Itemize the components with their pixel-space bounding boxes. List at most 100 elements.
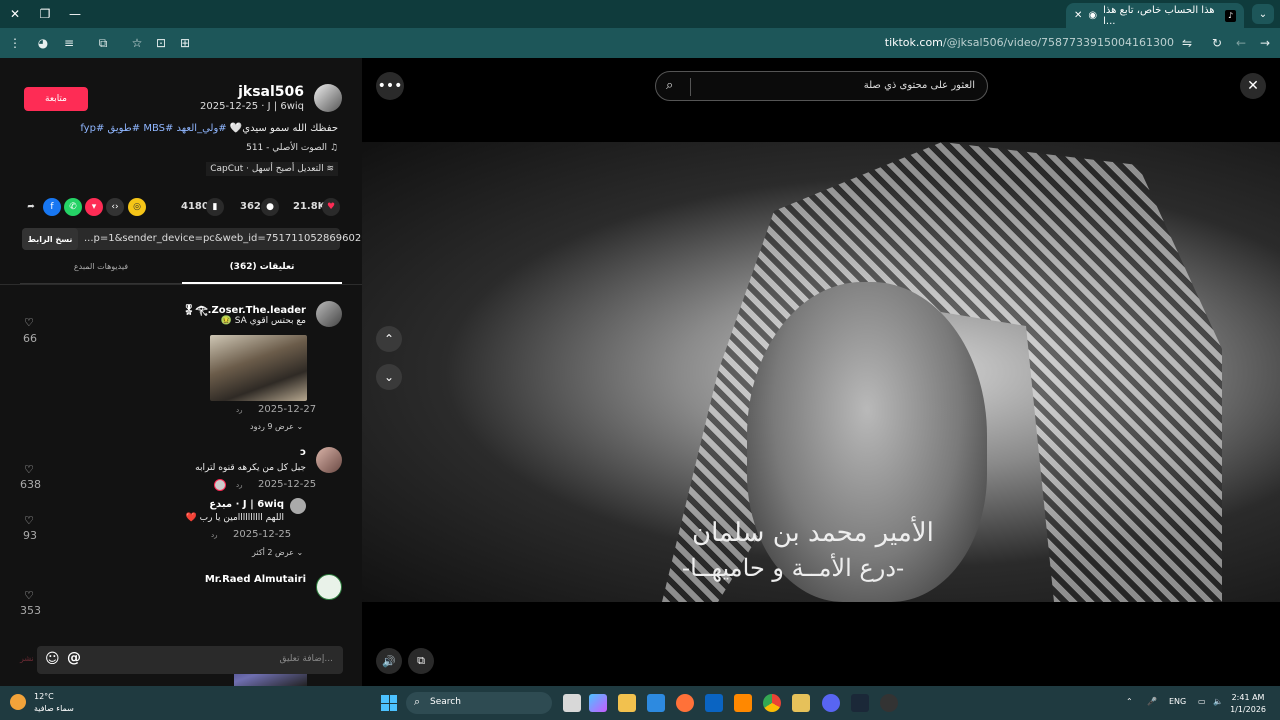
emoji-icon[interactable]: ☺ <box>45 651 60 667</box>
tray-overflow-icon[interactable]: ⌃ <box>1126 697 1133 706</box>
speaker-icon[interactable]: 🔈 <box>1213 697 1223 706</box>
file-explorer-icon[interactable] <box>618 694 636 712</box>
comment-like-icon[interactable]: ♡ <box>24 514 38 527</box>
creator-reply-avatar[interactable] <box>290 498 306 514</box>
more-options-icon[interactable]: ••• <box>376 72 404 100</box>
view-replies-link[interactable]: عرض 9 ردود ⌄ <box>250 422 303 431</box>
facebook-share-icon[interactable]: f <box>43 198 61 216</box>
reload-icon[interactable]: ↻ <box>1206 32 1228 54</box>
microphone-icon[interactable]: 🎤 <box>1147 697 1157 706</box>
tab-creator-videos[interactable]: فيديوهات المبدع <box>20 262 182 284</box>
panel-tabs: (362) تعليقات فيديوهات المبدع <box>20 262 342 284</box>
close-window-icon[interactable]: ✕ <box>0 0 30 28</box>
volume-icon[interactable]: 🔊 <box>376 648 402 674</box>
commenter-name[interactable]: Mr.Raed Almutairi <box>205 574 306 585</box>
post-comment-button[interactable]: نشر <box>20 654 34 663</box>
sound-link[interactable]: الصوت الأصلي - 511 ♫ <box>246 143 338 153</box>
tabs-divider <box>0 284 362 285</box>
weather-moon-icon[interactable] <box>10 694 26 710</box>
discord-icon[interactable] <box>822 694 840 712</box>
copy-link-button[interactable]: نسخ الرابط <box>22 228 78 250</box>
commenter-avatar[interactable] <box>316 574 342 600</box>
browser-tab[interactable]: ✕ ◉ هذا الحساب خاص، تابع هذا ا... ♪ <box>1066 3 1244 28</box>
vlc-icon[interactable] <box>734 694 752 712</box>
bookmark-star-icon[interactable]: ☆ <box>126 32 148 54</box>
tab-audio-icon[interactable]: ◉ <box>1088 10 1097 21</box>
caption-hashtags[interactable]: #ولي_العهد #MBS #طويق #fyp <box>80 123 226 134</box>
comment-reply-link[interactable]: رد <box>236 481 243 489</box>
site-settings-icon[interactable]: ⇋ <box>1176 32 1198 54</box>
pinned-app-icon[interactable] <box>792 694 810 712</box>
author-avatar[interactable] <box>314 84 342 112</box>
comment-like-icon[interactable]: ♡ <box>24 463 38 476</box>
follow-button[interactable]: متابعة <box>24 87 88 111</box>
comment-text: جبل كل من يكرهه قنوه لترابه <box>195 463 306 473</box>
menu-kebab-icon[interactable]: ⋮ <box>4 32 26 54</box>
creator-reply-name[interactable]: J | 6wiq · مبدع <box>209 499 284 510</box>
url-host: tiktok.com <box>884 36 943 49</box>
tab-comments[interactable]: (362) تعليقات <box>182 262 342 284</box>
windows-start-icon[interactable] <box>381 695 397 711</box>
chatgpt-icon[interactable] <box>880 694 898 712</box>
comment-text: مع بحتس اقوي SA 🤢 <box>220 316 306 326</box>
back-icon[interactable]: → <box>1254 32 1276 54</box>
video-link-text[interactable]: ...p=1&sender_device=pc&web_id=751711052… <box>84 233 387 244</box>
weather-temperature[interactable]: 12°C <box>34 692 54 701</box>
mention-icon[interactable]: @ <box>67 650 81 666</box>
video-player[interactable]: الأمير محمد بن سلمان -درع الأمــة و حامي… <box>362 58 1280 686</box>
video-frame[interactable]: الأمير محمد بن سلمان -درع الأمــة و حامي… <box>362 142 1280 602</box>
like-heart-icon[interactable]: ♥ <box>322 198 340 216</box>
comment-reply-link[interactable]: رد <box>211 531 218 539</box>
steam-icon[interactable] <box>851 694 869 712</box>
firefox-icon[interactable] <box>676 694 694 712</box>
comment-input[interactable]: ☺ @ إضافة تعليق... <box>37 646 343 674</box>
restore-window-icon[interactable]: ❐ <box>30 0 60 28</box>
comment-like-icon[interactable]: ♡ <box>24 589 38 602</box>
floating-player-icon[interactable]: ⧉ <box>408 648 434 674</box>
next-video-icon[interactable]: ⌄ <box>376 364 402 390</box>
commenter-avatar[interactable] <box>316 301 342 327</box>
previous-video-icon[interactable]: ⌃ <box>376 326 402 352</box>
whatsapp-share-icon[interactable]: ✆ <box>64 198 82 216</box>
media-control-icon[interactable]: ≡ <box>58 32 80 54</box>
embed-code-icon[interactable]: ‹› <box>106 198 124 216</box>
video-caption: حفظك الله سمو سيدي🤍 #ولي_العهد #MBS #طوي… <box>80 123 338 134</box>
url-field[interactable]: tiktok.com/@jksal506/video/7587733915004… <box>885 36 1174 49</box>
related-search-input[interactable]: ⌕ العثور على محتوى ذي صلة <box>655 71 988 101</box>
task-view-icon[interactable] <box>563 694 581 712</box>
commenter-avatar[interactable] <box>316 447 342 473</box>
comment-reply-link[interactable]: رد <box>236 406 243 414</box>
extensions-icon[interactable]: ⧉ <box>92 32 114 54</box>
share-arrow-icon[interactable]: ➦ <box>22 198 40 216</box>
commenter-name[interactable]: 𓂀.Zoser.The.leader🎖 <box>183 301 307 317</box>
outlook-icon[interactable] <box>705 694 723 712</box>
tab-list-chevron-icon[interactable]: ⌄ <box>1252 4 1274 24</box>
minimize-window-icon[interactable]: — <box>60 0 90 28</box>
gift-coin-icon[interactable]: ◎ <box>128 198 146 216</box>
repost-icon[interactable]: ▾ <box>85 198 103 216</box>
comment-like-icon[interactable]: ♡ <box>24 316 38 329</box>
comment-image[interactable] <box>210 335 307 401</box>
comment-bubble-icon[interactable]: ● <box>261 198 279 216</box>
tab-close-icon[interactable]: ✕ <box>1074 10 1082 21</box>
network-icon[interactable]: ▭ <box>1198 697 1206 706</box>
install-app-icon[interactable]: ⊡ <box>150 32 172 54</box>
input-language[interactable]: ENG <box>1169 697 1186 706</box>
site-info-icon[interactable]: ⊞ <box>174 32 196 54</box>
close-player-icon[interactable]: ✕ <box>1240 73 1266 99</box>
bookmark-icon[interactable]: ▮ <box>206 198 224 216</box>
search-icon: ⌕ <box>414 695 421 708</box>
author-username[interactable]: jksal506 <box>238 84 304 100</box>
taskbar-search[interactable]: ⌕ Search <box>406 692 552 714</box>
microsoft-store-icon[interactable] <box>647 694 665 712</box>
search-icon[interactable]: ⌕ <box>666 78 673 93</box>
forward-icon[interactable]: ← <box>1230 32 1252 54</box>
system-clock[interactable]: 2:41 AM 1/1/2026 <box>1230 692 1266 716</box>
copilot-icon[interactable] <box>589 694 607 712</box>
chrome-icon[interactable] <box>763 694 781 712</box>
profile-avatar-icon[interactable]: ◕ <box>32 32 54 54</box>
commenter-name[interactable]: ɔ <box>300 447 306 458</box>
weather-condition[interactable]: سماء صافية <box>34 704 74 713</box>
capcut-anchor[interactable]: CapCut · التعديل أصبح أسهل ≋ <box>206 162 338 176</box>
view-more-replies-link[interactable]: عرض 2 أكثر ⌄ <box>252 548 303 557</box>
